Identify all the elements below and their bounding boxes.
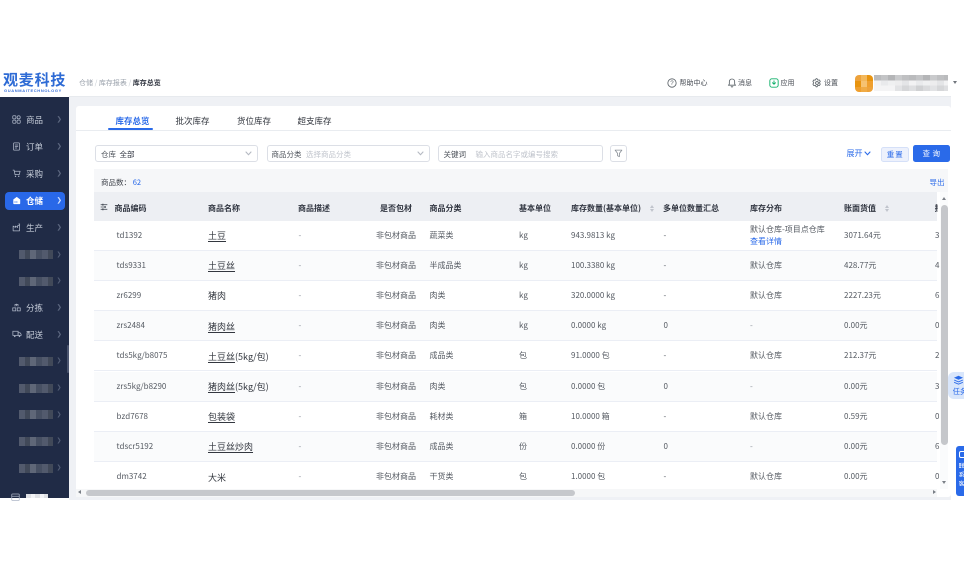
svg-text:?: ?: [670, 80, 674, 87]
